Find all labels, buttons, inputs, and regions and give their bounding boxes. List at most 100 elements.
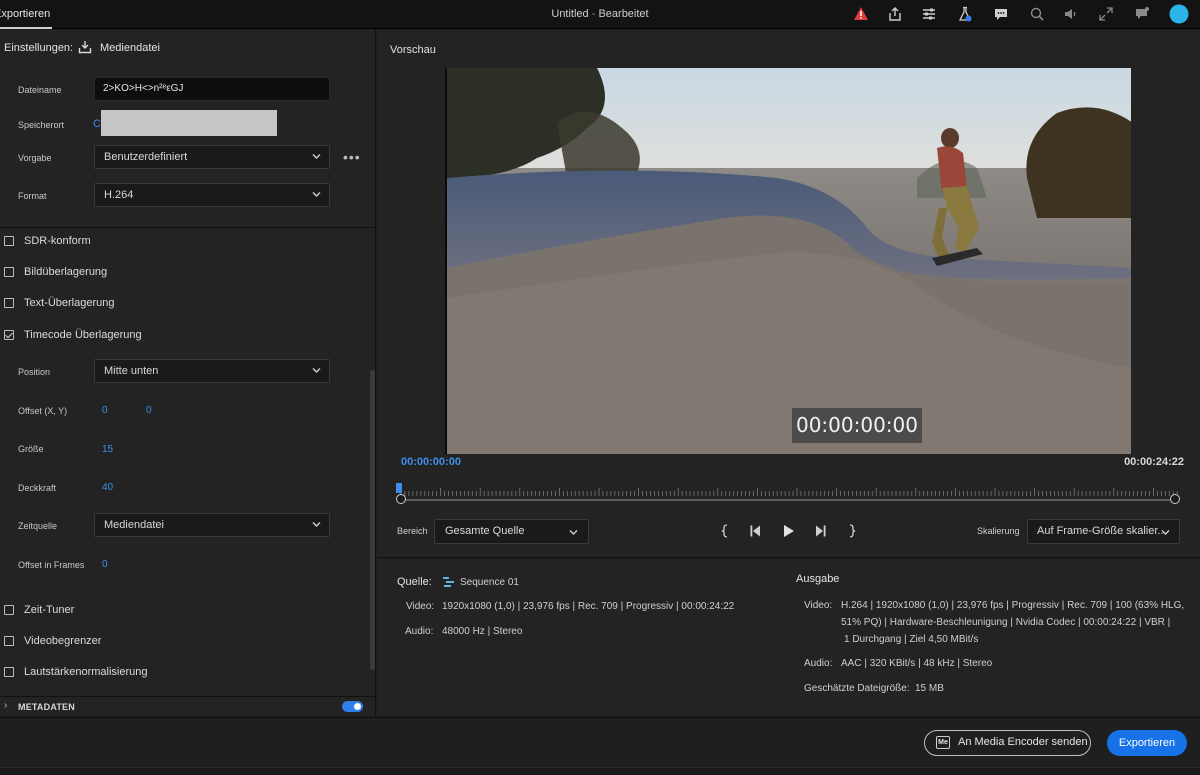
step-forward-button[interactable] (812, 523, 828, 539)
output-video-line-3: 1 Durchgang | Ziel 4,50 MBit/s (844, 634, 979, 645)
search-icon[interactable] (1028, 5, 1046, 23)
send-to-media-encoder-button[interactable]: Me An Media Encoder senden (924, 730, 1091, 756)
settings-label: Einstellungen: (4, 42, 74, 54)
notifications-icon[interactable] (1133, 5, 1151, 23)
filename-input[interactable]: 2>KO>H<>n²ᵉεGJ (94, 77, 330, 101)
offset-label: Offset (X, Y) (18, 406, 68, 416)
offset-y-value[interactable]: 0 (146, 405, 152, 416)
metadata-section[interactable]: › METADATEN (0, 696, 375, 716)
image-overlay-label: Bildüberlagerung (24, 266, 108, 278)
summary-panel: Quelle: Sequence 01 Video: 1920x1080 (1,… (377, 559, 1200, 716)
size-value[interactable]: 15 (102, 444, 113, 455)
chevron-down-icon (1161, 530, 1170, 535)
video-frame-image (447, 68, 1131, 454)
location-redacted (101, 110, 277, 136)
sequence-icon (443, 577, 454, 587)
export-settings-panel: Einstellungen: Mediendatei Dateiname 2>K… (0, 30, 376, 716)
range-value: Gesamte Quelle (445, 525, 525, 537)
settings-scrollbar[interactable] (370, 370, 375, 670)
beta-flask-icon[interactable] (956, 5, 974, 23)
offset-frames-value[interactable]: 0 (102, 559, 108, 570)
mark-in-button[interactable] (718, 523, 734, 539)
playhead[interactable] (396, 483, 402, 493)
preset-select[interactable]: Benutzerdefiniert (94, 145, 330, 169)
image-overlay-checkbox[interactable] (4, 267, 14, 277)
output-video-line-2: 51% PQ) | Hardware-Beschleunigung | Nvid… (841, 617, 1171, 628)
scrub-bar[interactable] (401, 499, 1175, 501)
preview-panel: Vorschau 00:00:00:00 00:00:00:00 00:00:2… (377, 30, 1200, 558)
chevron-down-icon (569, 530, 578, 535)
estimated-size-value: 15 MB (915, 683, 944, 694)
preset-label: Vorgabe (18, 153, 52, 163)
range-label: Bereich (397, 526, 428, 536)
source-audio-value: 48000 Hz | Stereo (442, 626, 523, 637)
play-button[interactable] (780, 523, 796, 539)
timecode-overlay-checkbox[interactable] (4, 330, 14, 340)
timesource-value: Mediendatei (104, 519, 164, 531)
source-heading: Quelle: (397, 576, 432, 588)
offset-x-value[interactable]: 0 (102, 405, 108, 416)
timesource-label: Zeitquelle (18, 521, 58, 531)
in-point-handle[interactable] (396, 494, 406, 504)
chevron-down-icon (312, 154, 321, 159)
opacity-value[interactable]: 40 (102, 482, 113, 493)
step-back-button[interactable] (748, 523, 764, 539)
output-heading: Ausgabe (796, 573, 840, 585)
opacity-label: Deckkraft (18, 483, 57, 493)
fullscreen-icon[interactable] (1097, 5, 1115, 23)
source-audio-key: Audio: (405, 626, 434, 637)
document-name: Untitled (551, 8, 589, 20)
footer-bar: Me An Media Encoder senden Exportieren (0, 717, 1200, 775)
settings-target[interactable]: Mediendatei (100, 42, 160, 54)
current-timecode[interactable]: 00:00:00:00 (401, 456, 461, 468)
preview-title: Vorschau (390, 44, 436, 56)
timesource-select[interactable]: Mediendatei (94, 513, 330, 537)
sdr-label: SDR-konform (24, 235, 91, 247)
document-title: Untitled - Bearbeitet (0, 0, 1200, 29)
settings-sliders-icon[interactable] (920, 5, 938, 23)
scale-label: Skalierung (977, 526, 1020, 536)
format-select[interactable]: H.264 (94, 183, 330, 207)
export-button[interactable]: Exportieren (1107, 730, 1187, 756)
location-label: Speicherort (18, 120, 65, 130)
preset-more-button[interactable]: ••• (343, 150, 361, 164)
timecode-overlay-label: Timecode Überlagerung (24, 329, 142, 341)
offset-frames-label: Offset in Frames (18, 560, 85, 570)
time-tuner-checkbox[interactable] (4, 605, 14, 615)
out-point-handle[interactable] (1170, 494, 1180, 504)
location-link[interactable]: C (93, 118, 101, 130)
chat-icon[interactable] (992, 5, 1010, 23)
text-overlay-label: Text-Überlagerung (24, 297, 115, 309)
download-icon (78, 41, 92, 54)
send-to-media-encoder-label: An Media Encoder senden (958, 736, 1088, 748)
output-video-key: Video: (804, 600, 833, 611)
timeline-ruler[interactable] (399, 486, 1179, 504)
scale-value: Auf Frame-Größe skalier... (1037, 525, 1167, 537)
footer-strip (0, 767, 1200, 775)
loudness-checkbox[interactable] (4, 667, 14, 677)
source-video-value: 1920x1080 (1,0) | 23,976 fps | Rec. 709 … (442, 601, 735, 612)
sdr-checkbox[interactable] (4, 236, 14, 246)
filename-label: Dateiname (18, 85, 62, 95)
scale-select[interactable]: Auf Frame-Größe skalier... (1027, 519, 1180, 544)
chevron-down-icon (312, 192, 321, 197)
mark-out-button[interactable] (843, 523, 859, 539)
share-icon[interactable] (886, 5, 904, 23)
volume-icon[interactable] (1062, 5, 1080, 23)
chevron-down-icon (312, 368, 321, 373)
range-select[interactable]: Gesamte Quelle (434, 519, 589, 544)
media-encoder-icon: Me (936, 736, 950, 749)
metadata-toggle[interactable] (342, 701, 363, 712)
format-value: H.264 (104, 189, 134, 201)
warning-icon[interactable] (852, 5, 870, 23)
video-limiter-checkbox[interactable] (4, 636, 14, 646)
estimated-size-key: Geschätzte Dateigröße: (804, 683, 910, 694)
section-divider (0, 227, 375, 228)
avatar[interactable] (1169, 4, 1189, 24)
document-title-separator: - (588, 8, 599, 20)
sequence-name: Sequence 01 (460, 577, 519, 588)
text-overlay-checkbox[interactable] (4, 298, 14, 308)
chevron-right-icon[interactable]: › (4, 700, 7, 711)
position-select[interactable]: Mitte unten (94, 359, 330, 383)
output-video-line-1: H.264 | 1920x1080 (1,0) | 23,976 fps | P… (841, 600, 1185, 611)
